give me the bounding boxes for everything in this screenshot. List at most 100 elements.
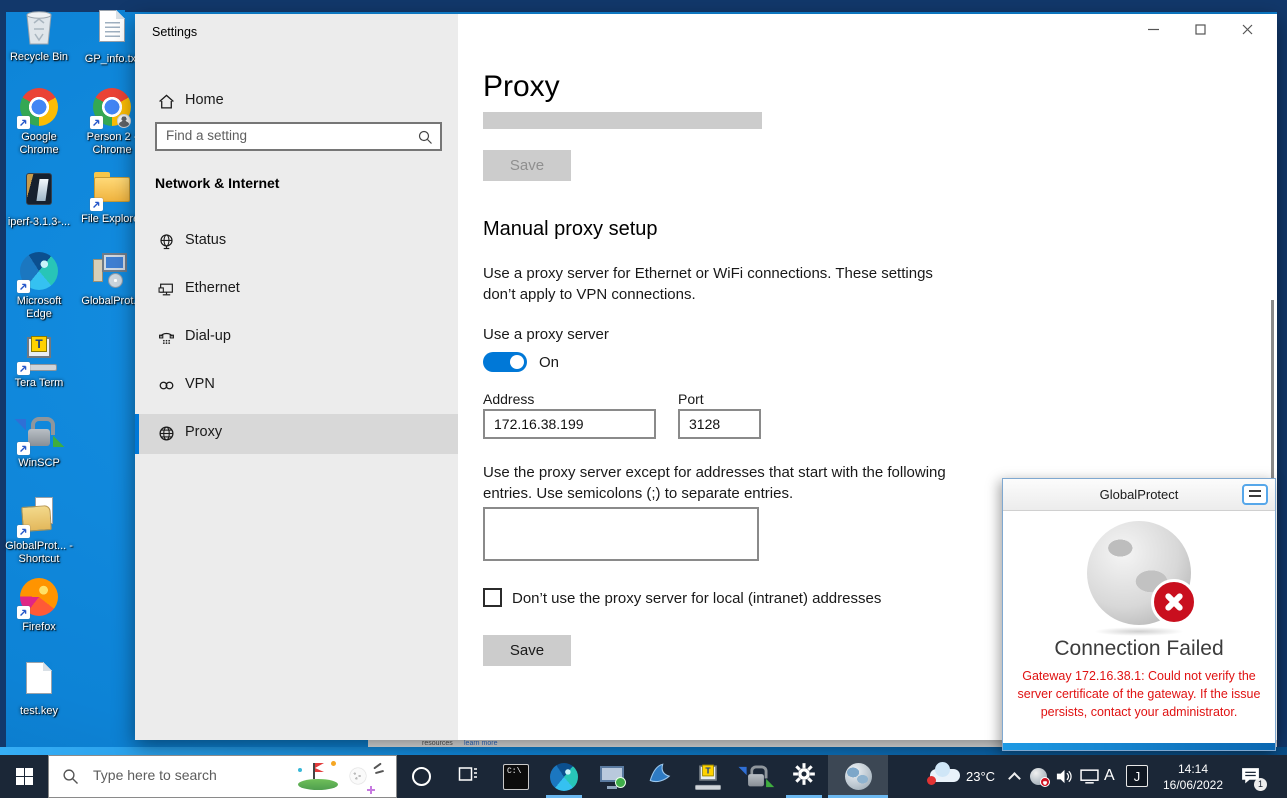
taskbar-search-input[interactable]: Type here to search [48, 755, 397, 798]
taskbar-settings-button[interactable] [780, 755, 828, 798]
shortcut-arrow-icon [17, 116, 30, 129]
sidebar-item-status[interactable]: Status [135, 222, 458, 262]
shortcut-arrow-icon [17, 280, 30, 293]
start-button[interactable] [0, 755, 48, 798]
connection-error-message: Gateway 172.16.38.1: Could not verify th… [1017, 668, 1261, 721]
screen: Recycle Bin Google Chrome iperf-3.1.3-..… [0, 0, 1287, 798]
task-view-button[interactable] [444, 755, 492, 798]
taskbar-teraterm-button[interactable]: T [684, 755, 732, 798]
installer-icon [91, 252, 131, 290]
shortcut-arrow-icon [17, 442, 30, 455]
shortcut-arrow-icon [17, 606, 30, 619]
temperature-label[interactable]: 23°C [966, 769, 995, 784]
taskbar-edge-button[interactable] [540, 755, 588, 798]
sidebar-item-vpn[interactable]: VPN [135, 366, 458, 406]
port-input[interactable]: 3128 [678, 409, 761, 439]
error-x-badge-icon [1151, 579, 1197, 625]
sidebar-item-label: Home [185, 92, 224, 108]
desktop-icon-iperf[interactable]: iperf-3.1.3-... [4, 170, 74, 229]
address-input[interactable]: 172.16.38.199 [483, 409, 656, 439]
auto-proxy-save-button[interactable]: Save [483, 150, 571, 181]
shortcut-arrow-icon [17, 362, 30, 375]
desktop-icon-firefox[interactable]: Firefox [4, 578, 74, 634]
settings-search-input[interactable]: Find a setting [155, 122, 442, 151]
globe-status-icon [1087, 521, 1191, 625]
globalprotect-panel: GlobalProtect Connection Failed Gateway … [1002, 478, 1276, 751]
taskbar: Type here to search C:\ T [0, 755, 1287, 798]
close-button[interactable] [1224, 14, 1271, 44]
taskbar-globalprotect-button[interactable] [828, 755, 888, 798]
intranet-checkbox[interactable] [483, 588, 502, 607]
vpn-icon [158, 377, 175, 397]
computer-monitor-icon [598, 764, 626, 790]
sidebar-item-label: Status [185, 232, 226, 248]
shortcut-arrow-icon [17, 525, 30, 538]
sidebar-item-label: Proxy [185, 424, 222, 440]
proxy-globe-icon [158, 425, 175, 445]
sidebar-item-label: Dial-up [185, 328, 231, 344]
taskbar-clock[interactable]: 14:14 16/06/2022 [1158, 761, 1228, 793]
manual-proxy-heading: Manual proxy setup [483, 218, 658, 241]
toggle-knob [510, 355, 524, 369]
maximize-button[interactable] [1177, 14, 1224, 44]
weather-cloud-icon[interactable] [930, 769, 960, 782]
sidebar-item-label: Ethernet [185, 280, 240, 296]
minimize-button[interactable] [1130, 14, 1177, 44]
task-view-icon [458, 764, 478, 789]
globe-shadow [1094, 627, 1184, 636]
intranet-checkbox-label: Don’t use the proxy server for local (in… [512, 590, 881, 607]
shortcut-arrow-icon [90, 198, 103, 211]
exceptions-textarea[interactable] [483, 507, 759, 561]
cortana-button[interactable] [397, 755, 445, 798]
taskbar-wireshark-button[interactable] [636, 755, 684, 798]
language-indicator[interactable]: A [1104, 767, 1115, 785]
page-title: Proxy [483, 70, 560, 104]
clock-time: 14:14 [1158, 761, 1228, 777]
sidebar-item-proxy[interactable]: Proxy [135, 414, 458, 454]
hamburger-menu-button[interactable] [1242, 484, 1268, 505]
globalprotect-header: GlobalProtect [1003, 479, 1275, 511]
search-doodle-golf-icon[interactable] [298, 761, 384, 794]
sidebar-section-heading: Network & Internet [155, 175, 279, 191]
cortana-icon [412, 767, 431, 786]
recycle-bin-icon [22, 37, 56, 49]
desktop-icon-microsoft-edge[interactable]: Microsoft Edge [4, 252, 74, 320]
search-placeholder: Type here to search [93, 767, 217, 783]
desktop-icon-recycle-bin[interactable]: Recycle Bin [4, 8, 74, 64]
globalprotect-title: GlobalProtect [1003, 479, 1275, 510]
use-proxy-label: Use a proxy server [483, 326, 609, 343]
tray-overflow-chevron-icon[interactable] [1008, 772, 1021, 785]
window-title: Settings [152, 25, 197, 39]
desktop-icon-google-chrome[interactable]: Google Chrome [4, 88, 74, 156]
panel-bottom-accent [1003, 743, 1275, 750]
notification-count-badge: 1 [1254, 778, 1267, 791]
sidebar-item-dial-up[interactable]: Dial-up [135, 318, 458, 358]
manual-proxy-save-button[interactable]: Save [483, 635, 571, 666]
desktop-icon-winscp[interactable]: WinSCP [4, 414, 74, 470]
desktop-icon-test-key[interactable]: test.key [4, 660, 74, 718]
port-label: Port [678, 391, 704, 407]
sidebar-item-ethernet[interactable]: Ethernet [135, 270, 458, 310]
desktop-icon-tera-term[interactable]: T Tera Term [4, 334, 74, 390]
status-globe-icon [158, 233, 175, 253]
connection-status-heading: Connection Failed [1003, 637, 1275, 661]
gear-icon [791, 761, 817, 792]
address-label: Address [483, 391, 534, 407]
network-icon[interactable] [1080, 769, 1099, 789]
use-proxy-toggle[interactable] [483, 352, 527, 372]
ethernet-icon [158, 281, 175, 301]
desktop-icon-globalprotect-shortcut[interactable]: GlobalProt... - Shortcut [4, 497, 74, 565]
sidebar-item-label: VPN [185, 376, 215, 392]
clock-date: 16/06/2022 [1158, 777, 1228, 793]
ime-indicator[interactable]: J [1126, 765, 1148, 787]
volume-icon[interactable] [1055, 768, 1074, 790]
shortcut-arrow-icon [90, 116, 103, 129]
taskbar-winscp-button[interactable] [732, 755, 780, 798]
windows-logo-icon [16, 768, 33, 785]
globalprotect-tray-icon[interactable] [1030, 768, 1047, 785]
text-file-icon [99, 10, 125, 42]
taskbar-remote-pc-button[interactable] [588, 755, 636, 798]
tera-term-icon: T [693, 763, 723, 790]
sidebar-item-home[interactable]: Home [135, 82, 458, 122]
taskbar-cmd-button[interactable]: C:\ [492, 755, 540, 798]
